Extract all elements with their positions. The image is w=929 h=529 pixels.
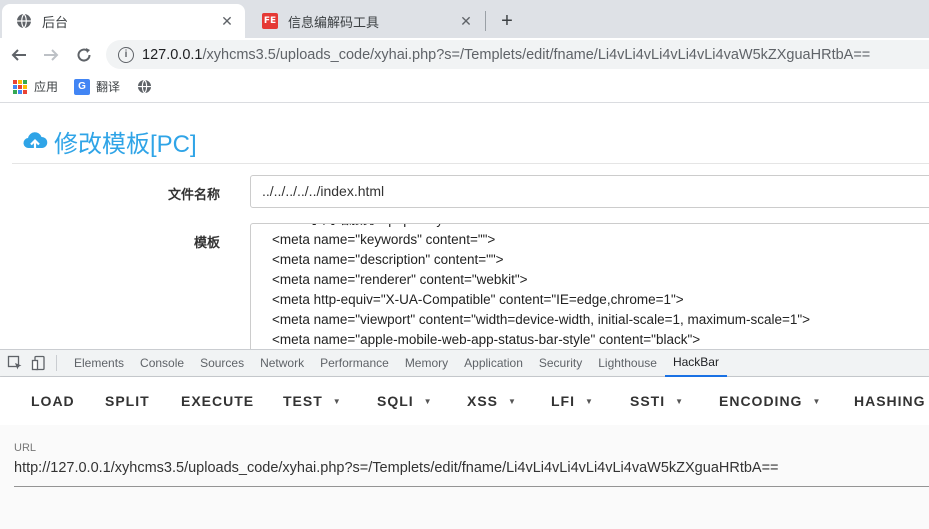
hackbar-button-label: LOAD [31,393,75,409]
caret-down-icon: ▼ [508,396,517,406]
hackbar-button-label: ENCODING [719,393,803,409]
devtools-tab-lighthouse[interactable]: Lighthouse [590,350,665,377]
hackbar-split-button[interactable]: SPLIT [105,393,150,409]
template-line: <title>小网站服务 - phpstudy for windows</tit… [272,224,810,230]
template-content: <title>小网站服务 - phpstudy for windows</tit… [272,224,811,349]
caret-down-icon: ▼ [812,396,822,406]
template-textarea[interactable]: <title>小网站服务 - phpstudy for windows</tit… [250,223,929,349]
devtools-panel: Elements Console Sources Network Performance… [0,349,929,529]
devtools-tab-performance[interactable]: Performance [312,350,397,377]
hackbar-button-label: SSTI [630,393,666,409]
tab-divider [485,11,486,31]
tab-title: 后台 [42,14,69,30]
device-toolbar-icon[interactable] [30,354,48,372]
bookmarks-bar: 应用 G 翻译 [0,71,929,103]
filename-input[interactable]: ../../../../../index.html [250,175,929,208]
template-line: <meta name="apple-mobile-web-app-status-… [272,332,701,347]
devtools-tab-bar: Elements Console Sources Network Performance… [0,350,929,377]
new-tab-button[interactable]: + [494,8,520,34]
page-title-text: 修改模板[PC] [54,131,197,158]
apps-grid-icon [12,79,28,95]
caret-down-icon: ▼ [675,396,685,406]
url-field-label: URL [14,442,37,454]
hackbar-hashing-button[interactable]: HASHING [854,393,926,409]
info-icon[interactable]: i [118,46,134,63]
page-title: 修改模板[PC] [22,124,197,159]
hackbar-execute-button[interactable]: EXECUTE [181,393,254,409]
fe-badge: FE [262,13,278,29]
devtools-tab-security[interactable]: Security [531,350,590,377]
inspect-element-icon[interactable] [6,354,24,372]
caret-down-icon: ▼ [332,396,342,406]
hackbar-button-label: TEST [283,393,323,409]
cloud-upload-icon [23,131,48,151]
hackbar-button-label: HASHING [854,393,926,409]
caret-down-icon: ▼ [423,396,433,406]
browser-toolbar: i 127.0.0.1/xyhcms3.5/uploads_code/xyhai… [0,38,929,71]
hackbar-button-label: LFI [551,393,575,409]
devtools-tab-hackbar[interactable]: HackBar [664,350,727,377]
title-divider [12,163,929,164]
bookmark-apps[interactable]: 应用 [12,78,58,95]
hackbar-lfi-button[interactable]: LFI ▼ [551,393,594,409]
address-bar[interactable]: i 127.0.0.1/xyhcms3.5/uploads_code/xyhai… [106,40,929,69]
google-translate-icon: G [74,78,91,95]
template-line: <meta name="renderer" content="webkit"> [272,272,528,287]
devtools-tab-sources[interactable]: Sources [192,350,252,377]
hackbar-url-area: URL http://127.0.0.1/xyhcms3.5/uploads_c… [0,425,929,529]
template-label: 模板 [193,235,220,250]
forward-button[interactable] [38,42,64,68]
url-host: 127.0.0.1 [142,46,203,63]
url-field-underline [14,486,929,487]
template-line: <meta http-equiv="X-UA-Compatible" conte… [272,292,684,307]
plus-icon: + [501,9,513,32]
template-line: <meta name="description" content=""> [272,252,504,267]
hackbar-button-label: EXECUTE [181,393,255,409]
arrow-left-icon [11,49,26,61]
close-icon[interactable]: ✕ [456,11,476,31]
devtools-tab-elements[interactable]: Elements [66,350,132,377]
browser-window: 后台 ✕ FE 信息编解码工具 ✕ + i 127.0.0.1/xyhcms3.… [0,0,929,529]
tab-strip: 后台 ✕ FE 信息编解码工具 ✕ + [0,0,929,38]
url-field-input[interactable]: http://127.0.0.1/xyhcms3.5/uploads_code/… [14,460,779,476]
bookmark-label: 应用 [34,80,59,94]
hackbar-button-label: XSS [467,393,499,409]
caret-down-icon: ▼ [585,396,594,406]
bookmark-globe[interactable] [136,79,158,95]
devtools-tab-application[interactable]: Application [456,350,531,377]
url-path: /xyhcms3.5/uploads_code/xyhai.php?s=/Tem… [202,46,871,63]
hackbar-ssti-button[interactable]: SSTI ▼ [630,393,684,409]
template-line: <meta name="keywords" content=""> [272,232,496,247]
devtools-tab-console[interactable]: Console [132,350,192,377]
devtools-divider [56,355,57,371]
hackbar-sqli-button[interactable]: SQLI ▼ [377,393,433,409]
tab-title: 信息编解码工具 [288,14,380,30]
hackbar-menu: LOAD SPLIT EXECUTE TEST ▼ SQLI ▼ XSS ▼ LFI ▼ SSTI ▼ E… [0,377,929,425]
arrow-right-icon [44,49,59,61]
bookmark-translate[interactable]: G 翻译 [74,78,120,95]
tab-admin[interactable]: 后台 ✕ [2,4,245,38]
fe-icon: FE [262,13,278,29]
back-button[interactable] [6,42,32,68]
page-content: 修改模板[PC] 文件名称 ../../../../../index.html … [0,104,929,349]
globe-icon [136,79,152,95]
filename-label: 文件名称 [167,187,220,202]
hackbar-xss-button[interactable]: XSS ▼ [467,393,517,409]
globe-icon [16,13,32,29]
devtools-tab-network[interactable]: Network [252,350,312,377]
hackbar-button-label: SQLI [377,393,414,409]
hackbar-button-label: SPLIT [105,393,150,409]
close-icon[interactable]: ✕ [217,11,237,31]
address-url: 127.0.0.1/xyhcms3.5/uploads_code/xyhai.p… [142,47,870,63]
hackbar-test-button[interactable]: TEST ▼ [283,393,342,409]
reload-button[interactable] [71,42,97,68]
template-line: <meta name="viewport" content="width=dev… [272,312,811,327]
tab-encoder-tool[interactable]: FE 信息编解码工具 ✕ [248,4,484,38]
bookmark-label: 翻译 [96,80,121,94]
devtools-tab-memory[interactable]: Memory [397,350,456,377]
reload-icon [77,48,91,62]
hackbar-encoding-button[interactable]: ENCODING ▼ [719,393,821,409]
hackbar-load-button[interactable]: LOAD [31,393,75,409]
